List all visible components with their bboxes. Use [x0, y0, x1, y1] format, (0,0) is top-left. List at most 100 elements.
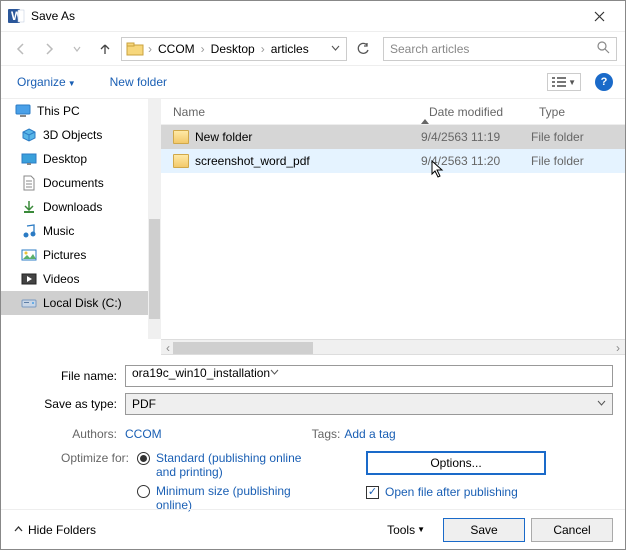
- organize-label: Organize: [17, 75, 66, 89]
- open-after-label: Open file after publishing: [385, 485, 518, 499]
- column-date[interactable]: Date modified: [429, 105, 539, 119]
- chevron-right-icon[interactable]: ›: [199, 42, 207, 56]
- file-type: File folder: [531, 130, 625, 144]
- column-name[interactable]: Name: [161, 105, 421, 119]
- tree-scrollbar[interactable]: [148, 99, 161, 339]
- refresh-button[interactable]: [351, 37, 375, 61]
- save-button-label: Save: [470, 523, 497, 537]
- tree-pictures[interactable]: Pictures: [1, 243, 160, 267]
- tree-this-pc[interactable]: This PC: [1, 99, 160, 123]
- tree-label: Videos: [43, 272, 79, 286]
- file-row[interactable]: New folder 9/4/2563 11:19 File folder: [161, 125, 625, 149]
- chevron-up-icon: [13, 524, 24, 535]
- scroll-right-icon[interactable]: ›: [611, 340, 625, 356]
- optimize-standard-radio[interactable]: Standard (publishing online and printing…: [137, 451, 316, 480]
- window-title: Save As: [31, 9, 579, 23]
- recent-dropdown[interactable]: [65, 37, 89, 61]
- filename-value: ora19c_win10_installation: [132, 366, 270, 380]
- tree-label: Downloads: [43, 200, 102, 214]
- optimize-label: Optimize for:: [13, 451, 137, 513]
- tree-label: Documents: [43, 176, 104, 190]
- download-icon: [21, 199, 37, 215]
- view-mode-button[interactable]: ▼: [547, 73, 581, 91]
- forward-button[interactable]: [37, 37, 61, 61]
- nav-tree: This PC 3D Objects Desktop Documents Dow…: [1, 99, 161, 339]
- back-button[interactable]: [9, 37, 33, 61]
- up-button[interactable]: [93, 37, 117, 61]
- tree-label: 3D Objects: [43, 128, 102, 142]
- file-list: Name Date modified Type New folder 9/4/2…: [161, 99, 625, 339]
- chevron-right-icon[interactable]: ›: [146, 42, 154, 56]
- column-name-label: Name: [173, 105, 205, 119]
- tree-label: Desktop: [43, 152, 87, 166]
- tree-downloads[interactable]: Downloads: [1, 195, 160, 219]
- title-bar: W Save As: [1, 1, 625, 31]
- word-app-icon: W: [7, 7, 25, 25]
- saveas-type-value: PDF: [132, 397, 156, 411]
- options-button[interactable]: Options...: [366, 451, 546, 475]
- list-hscrollbar[interactable]: ‹ ›: [161, 339, 625, 355]
- file-name: New folder: [195, 130, 252, 144]
- saveas-type-select[interactable]: PDF: [125, 393, 613, 415]
- search-input[interactable]: Search articles: [383, 37, 617, 61]
- authors-value[interactable]: CCOM: [125, 427, 162, 441]
- optimize-standard-label: Standard (publishing online and printing…: [156, 451, 316, 480]
- organize-menu[interactable]: Organize▼: [13, 73, 80, 91]
- file-date: 9/4/2563 11:20: [421, 154, 531, 168]
- explorer-body: This PC 3D Objects Desktop Documents Dow…: [1, 99, 625, 339]
- radio-unchecked-icon: [137, 485, 150, 498]
- filename-label: File name:: [13, 369, 125, 383]
- tools-menu[interactable]: Tools▼: [387, 523, 425, 537]
- tree-local-disk[interactable]: Local Disk (C:): [1, 291, 160, 315]
- breadcrumb-item[interactable]: CCOM: [154, 42, 199, 56]
- pictures-icon: [21, 247, 37, 263]
- save-fields: File name: ora19c_win10_installation Sav…: [1, 355, 625, 523]
- toolbar: Organize▼ New folder ▼ ?: [1, 65, 625, 99]
- chevron-down-icon[interactable]: [327, 42, 344, 56]
- hide-folders-label: Hide Folders: [28, 523, 96, 537]
- save-button[interactable]: Save: [443, 518, 525, 542]
- footer: Hide Folders Tools▼ Save Cancel: [1, 509, 625, 549]
- breadcrumb-bar[interactable]: › CCOM › Desktop › articles: [121, 37, 347, 61]
- tree-documents[interactable]: Documents: [1, 171, 160, 195]
- folder-icon: [126, 40, 144, 58]
- folder-icon: [173, 154, 189, 168]
- new-folder-button[interactable]: New folder: [110, 75, 167, 89]
- tags-label: Tags:: [312, 427, 341, 441]
- breadcrumb-item[interactable]: articles: [267, 42, 313, 56]
- hide-folders-button[interactable]: Hide Folders: [13, 523, 96, 537]
- open-after-checkbox[interactable]: ✓ Open file after publishing: [366, 485, 546, 499]
- scroll-thumb[interactable]: [173, 342, 313, 354]
- tree-videos[interactable]: Videos: [1, 267, 160, 291]
- file-type: File folder: [531, 154, 625, 168]
- filename-input[interactable]: ora19c_win10_installation: [125, 365, 613, 387]
- search-icon: [597, 41, 610, 57]
- chevron-right-icon[interactable]: ›: [259, 42, 267, 56]
- monitor-icon: [15, 103, 31, 119]
- chevron-down-icon[interactable]: [597, 399, 606, 410]
- cancel-button-label: Cancel: [553, 523, 590, 537]
- breadcrumb-item[interactable]: Desktop: [207, 42, 259, 56]
- authors-label: Authors:: [13, 427, 125, 441]
- column-type[interactable]: Type: [539, 105, 625, 119]
- tree-label: This PC: [37, 104, 80, 118]
- file-date: 9/4/2563 11:19: [421, 130, 531, 144]
- videos-icon: [21, 271, 37, 287]
- desktop-icon: [21, 151, 37, 167]
- tags-value[interactable]: Add a tag: [344, 427, 395, 441]
- tree-music[interactable]: Music: [1, 219, 160, 243]
- chevron-down-icon[interactable]: [270, 369, 279, 379]
- tree-desktop[interactable]: Desktop: [1, 147, 160, 171]
- search-placeholder: Search articles: [390, 42, 469, 56]
- help-button[interactable]: ?: [595, 73, 613, 91]
- close-button[interactable]: [579, 1, 619, 31]
- cube-icon: [21, 127, 37, 143]
- cancel-button[interactable]: Cancel: [531, 518, 613, 542]
- options-button-label: Options...: [430, 456, 481, 470]
- scroll-thumb[interactable]: [149, 219, 160, 319]
- nav-bar: › CCOM › Desktop › articles Search artic…: [1, 31, 625, 65]
- checkbox-checked-icon: ✓: [366, 486, 379, 499]
- file-row[interactable]: screenshot_word_pdf 9/4/2563 11:20 File …: [161, 149, 625, 173]
- tree-3d-objects[interactable]: 3D Objects: [1, 123, 160, 147]
- radio-checked-icon: [137, 452, 150, 465]
